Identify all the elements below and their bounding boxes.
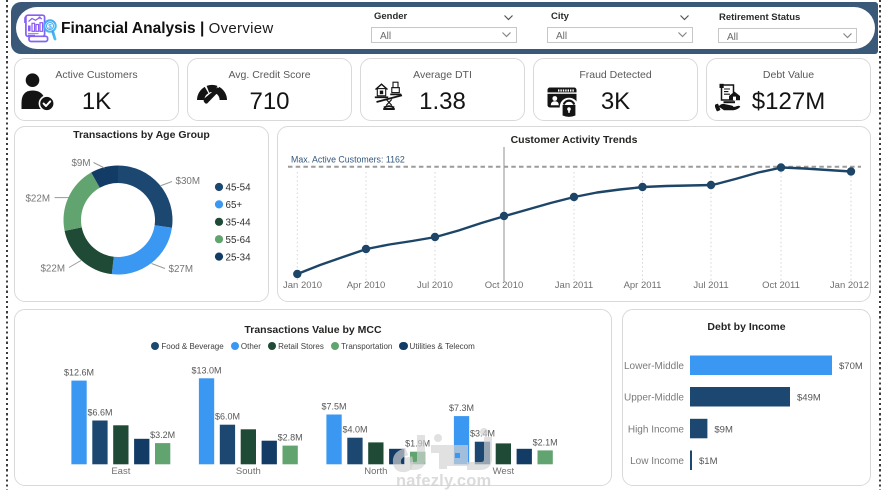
svg-text:55-64: 55-64 bbox=[226, 235, 252, 246]
svg-text:$2.8M: $2.8M bbox=[278, 433, 303, 443]
svg-text:25-34: 25-34 bbox=[226, 252, 252, 263]
svg-text:Jul 2010: Jul 2010 bbox=[417, 280, 453, 291]
svg-text:$7.3M: $7.3M bbox=[449, 403, 474, 413]
svg-text:$49M: $49M bbox=[797, 393, 821, 404]
svg-text:Jan 2012: Jan 2012 bbox=[830, 280, 869, 291]
svg-text:Oct 2010: Oct 2010 bbox=[485, 280, 524, 291]
svg-text:$: $ bbox=[48, 24, 52, 31]
svg-text:Oct 2011: Oct 2011 bbox=[762, 280, 800, 291]
svg-text:Low Income: Low Income bbox=[630, 456, 684, 467]
svg-text:$9M: $9M bbox=[71, 158, 90, 169]
svg-text:$7.5M: $7.5M bbox=[322, 402, 347, 412]
svg-text:Apr 2010: Apr 2010 bbox=[347, 280, 386, 291]
svg-text:North: North bbox=[364, 466, 387, 477]
svg-text:$27M: $27M bbox=[169, 264, 194, 275]
svg-text:Apr 2011: Apr 2011 bbox=[624, 280, 662, 291]
svg-text:Jan 2011: Jan 2011 bbox=[555, 280, 593, 291]
svg-text:East: East bbox=[111, 466, 130, 477]
svg-text:Upper-Middle: Upper-Middle bbox=[624, 393, 684, 404]
svg-text:$22M: $22M bbox=[40, 264, 65, 275]
svg-text:$22M: $22M bbox=[25, 193, 50, 204]
svg-text:$4.0M: $4.0M bbox=[342, 425, 367, 435]
svg-text:$1M: $1M bbox=[699, 456, 718, 467]
svg-text:$70M: $70M bbox=[839, 361, 863, 372]
svg-text:$6.6M: $6.6M bbox=[87, 408, 112, 418]
svg-text:High Income: High Income bbox=[628, 424, 685, 435]
svg-text:45-54: 45-54 bbox=[226, 183, 252, 194]
svg-text:$30M: $30M bbox=[176, 176, 201, 187]
svg-text:$9M: $9M bbox=[714, 424, 733, 435]
svg-text:Max. Active Customers: 1162: Max. Active Customers: 1162 bbox=[291, 155, 405, 165]
svg-text:South: South bbox=[236, 466, 261, 477]
svg-text:$3.2M: $3.2M bbox=[150, 430, 175, 440]
svg-text:nafezly.com: nafezly.com bbox=[396, 472, 491, 490]
svg-text:Jan 2010: Jan 2010 bbox=[283, 280, 322, 291]
svg-text:65+: 65+ bbox=[226, 200, 243, 211]
svg-text:Lower-Middle: Lower-Middle bbox=[624, 361, 684, 372]
svg-text:$12.6M: $12.6M bbox=[64, 368, 94, 378]
svg-text:35-44: 35-44 bbox=[226, 218, 252, 229]
svg-text:Jul 2011: Jul 2011 bbox=[693, 280, 728, 291]
svg-text:$6.0M: $6.0M bbox=[215, 412, 240, 422]
svg-text:$13.0M: $13.0M bbox=[192, 365, 222, 375]
